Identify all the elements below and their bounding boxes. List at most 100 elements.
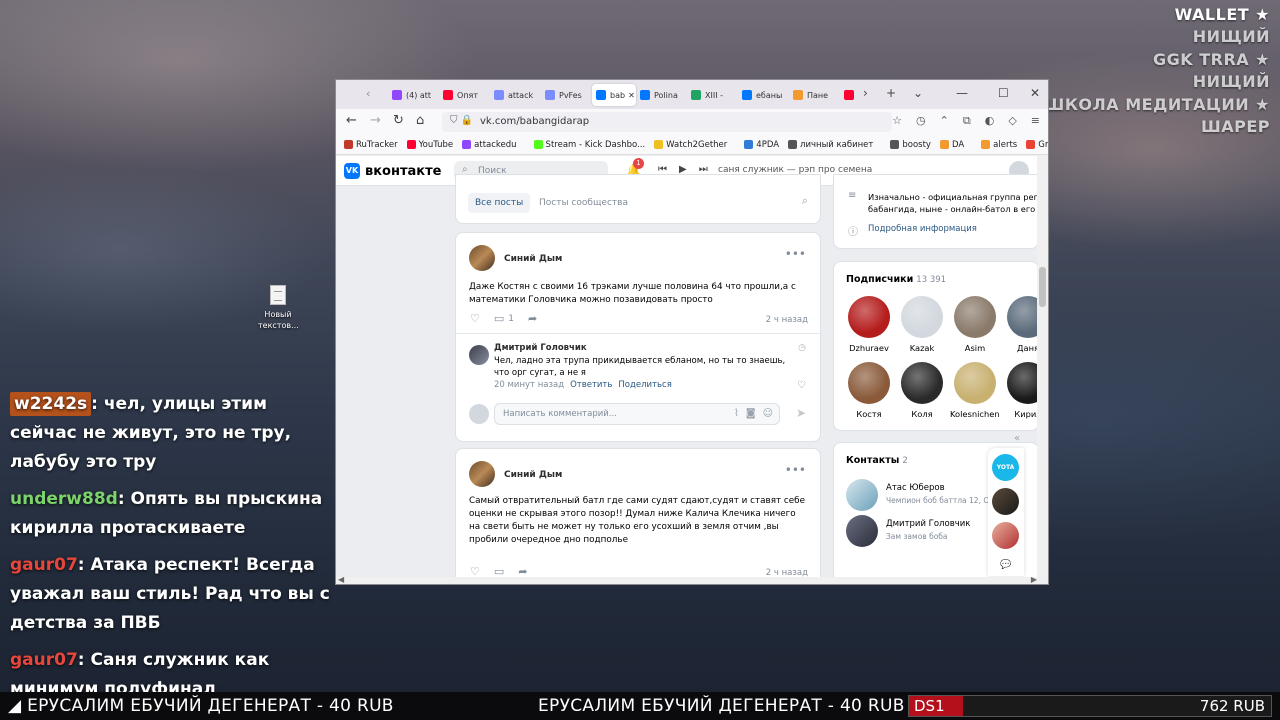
share-link[interactable]: Поделиться — [618, 380, 671, 390]
tab-label: attack — [508, 90, 534, 100]
reply-link[interactable]: Ответить — [570, 380, 612, 390]
bookmark-item[interactable]: Watch2Gether — [654, 140, 727, 150]
comment-author-avatar[interactable] — [469, 345, 489, 365]
like-icon[interactable]: ♡ — [470, 565, 480, 577]
bookmark-item[interactable]: Gmail — [1026, 140, 1048, 150]
post-author-avatar[interactable] — [469, 461, 495, 487]
comment-like-icon[interactable]: ♡ — [797, 380, 806, 391]
share-icon[interactable]: ➦ — [518, 565, 527, 577]
tab-community-posts[interactable]: Посты сообщества — [532, 193, 635, 213]
browser-tab[interactable]: (4) att — [388, 84, 439, 106]
more-options-icon[interactable]: ••• — [785, 463, 806, 477]
bookmark-item[interactable]: DA — [939, 140, 964, 150]
close-tab-icon[interactable]: ✕ — [628, 91, 635, 100]
post-text: Самый отвратительный батл где сами судят… — [469, 496, 805, 545]
post-author-avatar[interactable] — [469, 245, 495, 271]
comment-icon[interactable]: ▭ — [494, 565, 504, 577]
scroll-thumb[interactable] — [1039, 267, 1046, 307]
chat-avatar[interactable] — [992, 488, 1019, 515]
collapse-chats-icon[interactable]: « — [1014, 433, 1020, 444]
back-button[interactable]: ← — [346, 113, 357, 128]
menu-icon[interactable]: ≡ — [1031, 114, 1040, 128]
bookmark-item[interactable]: RuTracker — [344, 140, 398, 150]
bookmark-favicon-icon — [939, 140, 949, 149]
post-time[interactable]: 2 ч назад — [766, 315, 808, 325]
camera-icon[interactable]: ◙ — [746, 408, 756, 419]
desktop-file-icon[interactable]: Новый текстов... — [258, 285, 299, 331]
attach-icon[interactable]: ⌇ — [734, 408, 739, 419]
bookmark-star-icon[interactable]: ☆ — [892, 114, 902, 128]
browser-tab[interactable]: XIII - — [687, 84, 738, 106]
tab-all-posts[interactable]: Все посты — [468, 193, 531, 213]
subscriber-item[interactable]: Даня — [1003, 296, 1038, 353]
subscriber-item[interactable]: Dzhuraev — [844, 296, 894, 353]
close-window-button[interactable]: ✕ — [1030, 86, 1040, 100]
browser-tab[interactable]: attack — [490, 84, 541, 106]
chat-bubble-icon[interactable]: 💬 — [1000, 560, 1011, 570]
history-icon[interactable]: ◷ — [916, 114, 926, 128]
bookmark-item[interactable]: YouTube — [406, 140, 453, 150]
minimize-button[interactable]: — — [956, 86, 968, 100]
tab-scroll-left-icon[interactable]: ‹ — [366, 87, 370, 100]
bookmark-item[interactable]: Stream - Kick Dashbo... — [533, 140, 645, 150]
browser-tab[interactable]: ебаны — [738, 84, 789, 106]
bookmark-item[interactable]: alerts — [981, 140, 1017, 150]
comment-input[interactable]: Написать комментарий... ⌇ ◙ ☺ — [494, 403, 780, 425]
stream-overlay-ranks: WALLET ★ НИЩИЙ GGK TRRA ★ НИЩИЙ ШКОЛА МЕДИ… — [1045, 4, 1270, 138]
home-button[interactable]: ⌂ — [416, 113, 424, 128]
search-icon[interactable]: ⌕ — [802, 194, 808, 208]
contacts-title[interactable]: Контакты 2 — [846, 455, 908, 466]
subscriber-item[interactable]: Kazak — [897, 296, 947, 353]
browser-tab[interactable]: PvFes — [541, 84, 592, 106]
subscriber-item[interactable]: Asim — [950, 296, 1000, 353]
subscriber-item[interactable]: Kolesnichen... — [950, 362, 1000, 419]
scroll-right-arrow-icon[interactable]: ▶ — [1031, 575, 1037, 584]
post-author[interactable]: Синий Дым — [504, 254, 562, 264]
detailed-info-link[interactable]: Подробная информация — [868, 224, 977, 234]
tab-label: ебаны — [756, 90, 783, 100]
reload-button[interactable]: ↻ — [393, 113, 404, 128]
forward-button[interactable]: → — [370, 113, 381, 128]
comment-time[interactable]: 20 минут назад — [494, 380, 564, 390]
subscriber-item[interactable]: Костя — [844, 362, 894, 419]
vertical-scrollbar[interactable] — [1037, 156, 1048, 577]
emoji-icon[interactable]: ☺ — [763, 408, 773, 419]
like-icon[interactable]: ♡ — [470, 312, 480, 325]
subscriber-avatar — [954, 296, 996, 338]
subscriber-item[interactable]: Коля — [897, 362, 947, 419]
account-icon[interactable]: ⌃ — [940, 114, 949, 128]
subscriber-item[interactable]: Кирил — [1003, 362, 1038, 419]
tab-list-dropdown-icon[interactable]: ⌄ — [913, 86, 923, 100]
vk-logo[interactable]: VK вконтакте — [344, 163, 441, 179]
subscribers-title[interactable]: Подписчики 13 391 — [846, 274, 946, 285]
new-tab-button[interactable]: + — [886, 86, 896, 100]
bookmark-favicon-icon — [981, 140, 991, 149]
horizontal-scrollbar[interactable]: ◀ ▶ — [336, 575, 1039, 584]
post-time[interactable]: 2 ч назад — [766, 568, 808, 577]
bookmark-item[interactable]: личный кабинет — [788, 140, 873, 150]
bookmark-item[interactable]: 4PDA — [744, 140, 779, 150]
chat-avatar[interactable] — [992, 522, 1019, 549]
bookmark-item[interactable]: boosty — [890, 140, 931, 150]
comment-author[interactable]: Дмитрий Головчик — [494, 343, 587, 353]
tab-scroll-right-icon[interactable]: › — [863, 86, 868, 100]
browser-tab[interactable]: Polina — [636, 84, 687, 106]
extensions-icon[interactable]: ⧉ — [963, 114, 971, 128]
more-options-icon[interactable]: ••• — [785, 247, 806, 261]
sync-icon[interactable]: ◐ — [985, 114, 995, 128]
scroll-left-arrow-icon[interactable]: ◀ — [338, 575, 344, 584]
share-icon[interactable]: ➦ — [528, 312, 537, 325]
comment-icon[interactable]: ▭ — [494, 312, 504, 325]
browser-tab[interactable]: Пане — [789, 84, 840, 106]
browser-tab[interactable]: Опят — [439, 84, 490, 106]
contact-avatar — [846, 479, 878, 511]
address-bar[interactable]: ⛉ 🔒 vk.com/babangidarap — [442, 112, 892, 132]
post-author[interactable]: Синий Дым — [504, 470, 562, 480]
browser-tab[interactable]: bab ✕ — [592, 84, 636, 106]
maximize-button[interactable]: ☐ — [998, 86, 1009, 100]
chat-yota[interactable]: YOTA — [992, 454, 1019, 481]
tab-favicon-icon — [742, 90, 752, 100]
send-icon[interactable]: ➤ — [796, 406, 806, 420]
bookmark-item[interactable]: attackedu — [462, 140, 517, 150]
pocket-icon[interactable]: ◇ — [1008, 114, 1016, 128]
